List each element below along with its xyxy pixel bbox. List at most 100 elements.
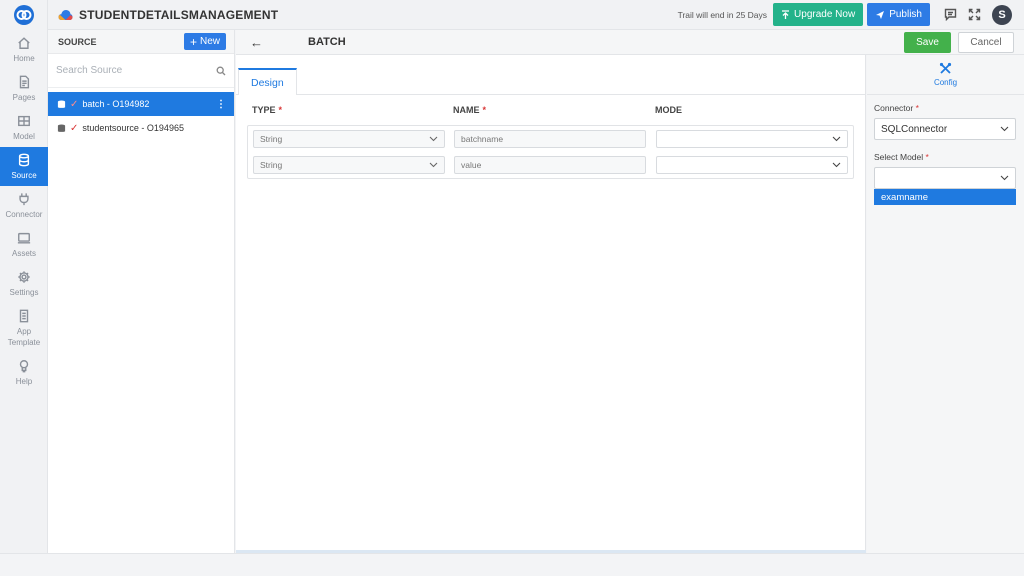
nav-item-connector[interactable]: Connector (0, 186, 48, 225)
nav-item-home[interactable]: Home (0, 30, 48, 69)
template-icon (19, 309, 29, 322)
config-tab-label: Config (933, 78, 958, 87)
type-value: String (260, 134, 283, 144)
chevron-down-icon (1000, 173, 1009, 184)
more-options-icon[interactable]: ⋮ (216, 99, 226, 110)
app-root: Home Pages Model Source Connector Assets… (0, 0, 1024, 576)
database-icon (57, 99, 66, 108)
tab-config[interactable]: Config (867, 55, 1024, 95)
publish-button[interactable]: Publish (867, 3, 930, 26)
mode-select[interactable] (656, 156, 848, 174)
comment-icon (944, 8, 956, 21)
column-header-type: TYPE * (252, 105, 283, 115)
dropdown-option[interactable]: examname (875, 190, 1015, 204)
app-logo[interactable] (0, 0, 47, 30)
nav-item-help[interactable]: Help (0, 353, 48, 392)
plus-icon: + (189, 34, 197, 49)
database-icon (57, 123, 66, 132)
search-icon[interactable] (216, 66, 226, 76)
pages-icon (19, 75, 30, 88)
model-dropdown: examname (874, 189, 1016, 205)
gear-icon (18, 270, 30, 283)
source-item-label: batch - O194982 (82, 99, 150, 109)
type-select[interactable]: String (253, 130, 445, 148)
name-input[interactable]: value (454, 156, 646, 174)
model-icon (18, 115, 30, 126)
nav-item-label: App Template (7, 326, 41, 347)
column-header-mode: MODE (655, 105, 682, 115)
nav-item-label: Source (11, 170, 37, 180)
nav-rail: Home Pages Model Source Connector Assets… (0, 0, 48, 553)
cloud-icon (58, 9, 73, 20)
config-panel: Config Connector * SQLConnector Select M… (867, 55, 1024, 553)
fullscreen-button[interactable] (962, 3, 986, 27)
source-item-studentsource[interactable]: ✓ studentsource - O194965 (48, 116, 234, 140)
nav-item-label: Assets (11, 248, 36, 258)
table-row: String batchname (248, 126, 853, 152)
model-select[interactable] (874, 167, 1016, 189)
type-select[interactable]: String (253, 156, 445, 174)
expand-icon (968, 8, 980, 21)
type-value: String (260, 160, 283, 170)
source-title: SOURCE (58, 36, 97, 47)
upgrade-label: Upgrade Now (794, 9, 856, 20)
nav-item-label: Home (13, 53, 35, 63)
connector-label: Connector * (874, 103, 919, 113)
feedback-button[interactable] (938, 3, 962, 27)
fields-grid: String batchname String value (247, 125, 854, 179)
new-source-button[interactable]: + New (183, 33, 226, 50)
database-icon (18, 153, 30, 166)
name-input[interactable]: batchname (454, 130, 646, 148)
plug-icon (19, 192, 29, 205)
upgrade-button[interactable]: Upgrade Now (773, 3, 864, 26)
search-input[interactable] (56, 65, 216, 76)
source-search (48, 54, 234, 88)
column-header-name: NAME * (453, 105, 487, 115)
new-label: New (199, 36, 220, 47)
cancel-button[interactable]: Cancel (958, 31, 1014, 53)
chevron-down-icon (1000, 124, 1009, 135)
chevron-down-icon (832, 134, 841, 144)
nav-item-label: Help (15, 376, 33, 386)
help-icon (19, 359, 29, 372)
publish-label: Publish (889, 9, 922, 20)
nav-item-label: Pages (12, 92, 36, 102)
tab-design[interactable]: Design (238, 68, 297, 95)
source-item-label: studentsource - O194965 (82, 123, 184, 133)
assets-icon (17, 232, 31, 244)
footer-bar (0, 553, 1024, 576)
top-bar: STUDENTDETAILSMANAGEMENT Trail will end … (48, 0, 1024, 30)
nav-item-app-template[interactable]: App Template (0, 303, 48, 353)
tab-bar: Design (236, 55, 865, 95)
nav-item-assets[interactable]: Assets (0, 225, 48, 264)
source-item-batch[interactable]: ✓ batch - O194982 ⋮ (48, 92, 234, 116)
nav-item-label: Model (13, 131, 35, 141)
check-icon: ✓ (70, 98, 79, 110)
nav-item-label: Settings (9, 287, 39, 297)
avatar[interactable]: S (992, 4, 1012, 25)
connector-value: SQLConnector (881, 123, 948, 135)
check-icon: ✓ (70, 122, 79, 134)
home-icon (18, 36, 30, 49)
chevron-down-icon (429, 160, 438, 170)
nav-item-label: Connector (5, 209, 43, 219)
back-button[interactable]: ← (250, 35, 264, 50)
mode-select[interactable] (656, 130, 848, 148)
nav-item-model[interactable]: Model (0, 108, 48, 147)
send-icon (876, 10, 885, 19)
trail-notice: Trail will end in 25 Days (677, 9, 768, 20)
top-actions: Trail will end in 25 Days Upgrade Now Pu… (678, 0, 1024, 30)
nav-item-source[interactable]: Source (0, 147, 48, 186)
app-title: STUDENTDETAILSMANAGEMENT (58, 8, 278, 22)
column-headers: TYPE * NAME * MODE (236, 95, 865, 125)
source-header: SOURCE + New (48, 30, 234, 54)
nav-item-pages[interactable]: Pages (0, 69, 48, 108)
chevron-down-icon (429, 134, 438, 144)
nav-item-settings[interactable]: Settings (0, 264, 48, 303)
logo-icon (13, 5, 34, 25)
connector-select[interactable]: SQLConnector (874, 118, 1016, 140)
main-header: ← BATCH Save Cancel (236, 30, 1024, 55)
select-model-label: Select Model * (874, 152, 929, 162)
upgrade-icon (782, 9, 790, 19)
save-button[interactable]: Save (904, 31, 951, 53)
